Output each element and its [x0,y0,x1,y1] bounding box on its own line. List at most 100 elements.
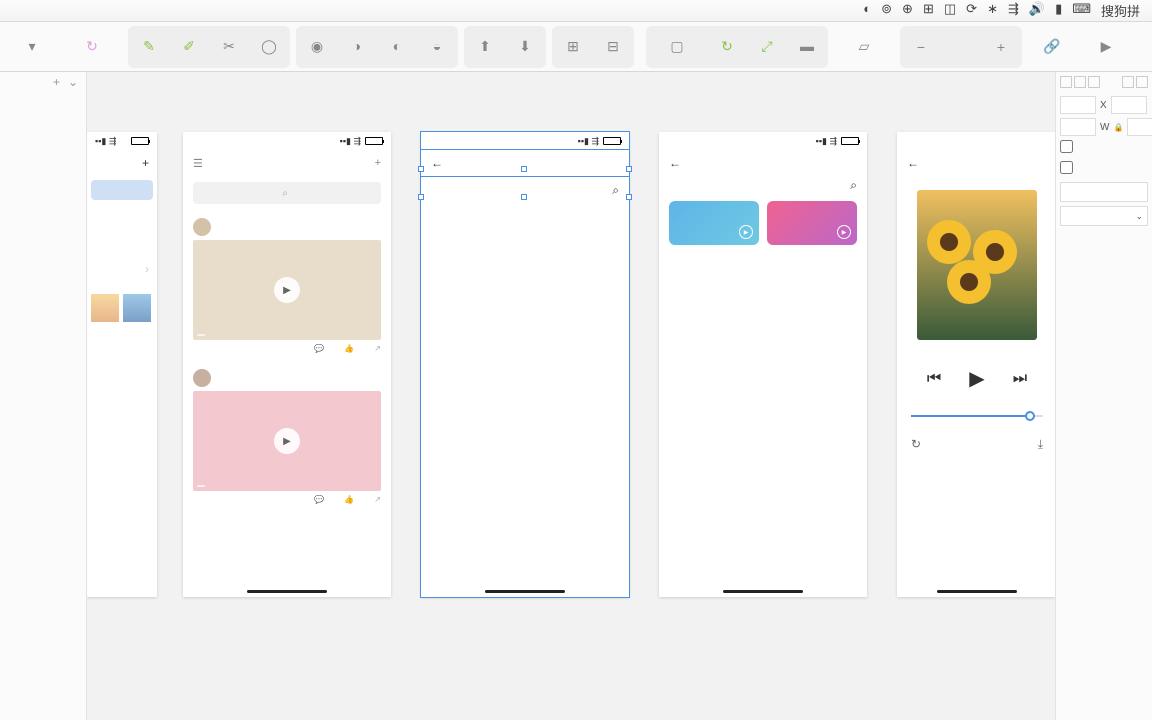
scissors-button[interactable]: ✂ [210,28,248,66]
progress-bar[interactable] [911,415,1043,417]
avatar[interactable] [193,369,211,387]
battery-icon: ▮ [1055,1,1062,20]
inspector-panel: X W🔒 ⌄ [1055,72,1152,720]
align-top-icon[interactable] [1122,76,1134,88]
volume-icon: 🔊 [1029,1,1045,20]
align-left-icon[interactable] [1060,76,1072,88]
difference-button[interactable]: ◒ [418,28,456,66]
artboard-friends[interactable]: ▪▪▮ ⇶ ☰ + ⌕ ▶ 💬👍↗ ▶ 💬👍↗ [183,132,391,597]
search-icon: ⌕ [282,188,288,199]
thumb[interactable] [123,294,151,322]
scale-button[interactable]: ⤢ [748,28,786,66]
play-icon[interactable]: ▶ [274,428,300,454]
intersect-button[interactable]: ◐ [378,28,416,66]
flatten-button[interactable]: ▬ [788,28,826,66]
home-indicator [247,590,327,593]
radio-card[interactable]: ▶ [767,201,857,245]
layer-style-select[interactable] [1060,182,1148,202]
cloud-button[interactable]: ☁ [1136,25,1152,69]
repeat-icon[interactable]: ↻ [911,437,921,452]
status-icon: ⊞ [923,1,934,20]
create-symbol-button[interactable]: ↻ [68,25,116,69]
w-input[interactable] [1060,118,1096,136]
align-center-icon[interactable] [1074,76,1086,88]
mac-menubar: ◐ ⊚ ⊕ ⊞ ◫ ⟳ ∗ ⇶ 🔊 ▮ ⌨ 搜狗拼 [0,0,1152,22]
opacity-select[interactable]: ⌄ [1060,206,1148,226]
search-input[interactable]: ⌕ [193,182,381,204]
add-icon[interactable]: + [142,156,149,170]
back-icon[interactable]: ← [907,156,919,170]
status-icon: ⊚ [881,1,892,20]
post-image[interactable]: ▶ [193,240,381,340]
artboard-player[interactable]: ← ⏮ ▶ ⏭ ↻ ⤓ [897,132,1055,597]
search-icon: 搜狗拼 [1101,1,1140,20]
lock-icon[interactable]: 🔒 [1113,123,1123,132]
artboard-radio[interactable]: ▪▪▮ ⇶ ← ⌕ ▶ ▶ [659,132,867,597]
x-input[interactable] [1060,96,1096,114]
add-icon[interactable]: + [375,157,381,169]
sketch-toolbar: ▾ ↻ ✎ ✐ ✂ ◯ ◉ ◑ ◐ ◒ ⬆ ⬇ ⊞ ⊟ ▢ ↻ ⤢ ▬ ▱ − … [0,22,1152,72]
battery-icon [365,137,383,145]
signal-icon: ▪▪▮ ⇶ [578,136,599,147]
align-right-icon[interactable] [1088,76,1100,88]
signal-icon: ▪▪▮ ⇶ [340,136,361,147]
link-button[interactable]: 🔗 [1028,25,1076,69]
avatar[interactable] [193,218,211,236]
prev-icon[interactable]: ⏮ [927,370,941,388]
next-icon[interactable]: ⏭ [1013,370,1027,388]
search-icon[interactable]: ⌕ [850,178,857,193]
input-icon: ⌨ [1072,1,1091,20]
download-icon[interactable]: ⤓ [1038,437,1043,452]
rotate-button[interactable]: ↻ [708,28,746,66]
round-button[interactable]: ▢ [648,28,706,66]
play-icon[interactable]: ▶ [837,225,851,239]
ungroup-button[interactable]: ⊟ [594,28,632,66]
zoom-out-button[interactable]: − [902,28,940,66]
preview-button[interactable]: ▶ [1082,25,1130,69]
artboard-friends-partial[interactable]: ▪▪▮ ⇶ + › [87,132,157,597]
page-menu-icon[interactable]: ⌄ [68,75,78,89]
group-button[interactable]: ⊞ [554,28,592,66]
home-indicator [485,590,565,593]
back-icon[interactable]: ← [431,156,443,170]
zoom-in-button[interactable]: + [982,28,1020,66]
status-icon: ⊕ [902,1,913,20]
vector-button[interactable]: ✐ [170,28,208,66]
play-icon[interactable]: ▶ [739,225,753,239]
fix-position-checkbox[interactable] [1060,161,1073,174]
main-area: + ⌄ ▪▪▮ ⇶ + › ▪▪▮ ⇶ ☰ [0,72,1152,720]
battery-icon [131,137,149,145]
mask-button[interactable]: ◯ [250,28,288,66]
backward-button[interactable]: ⬇ [506,28,544,66]
play-icon[interactable]: ▶ [969,366,984,391]
menu-icon[interactable]: ☰ [193,157,203,170]
subtract-button[interactable]: ◑ [338,28,376,66]
add-page-icon[interactable]: + [53,75,60,89]
select-group-checkbox[interactable] [1060,140,1073,153]
union-button[interactable]: ◉ [298,28,336,66]
search-icon[interactable]: ⌕ [612,183,619,198]
back-icon[interactable]: ← [669,156,681,170]
home-indicator [937,590,1017,593]
zoom-value[interactable] [942,28,980,66]
h-input[interactable] [1127,118,1152,136]
post-image[interactable]: ▶ [193,391,381,491]
forward-button[interactable]: ⬆ [466,28,504,66]
bluetooth-icon: ∗ [987,1,998,20]
status-icon: ◐ [863,1,871,20]
wifi-icon: ⇶ [1008,1,1019,20]
play-icon[interactable]: ▶ [274,277,300,303]
align-middle-icon[interactable] [1136,76,1148,88]
y-input[interactable] [1111,96,1147,114]
home-indicator [723,590,803,593]
insert-dropdown[interactable]: ▾ [8,25,56,69]
status-icon: ⟳ [966,1,977,20]
radio-card[interactable]: ▶ [669,201,759,245]
artboard-music-list[interactable]: ▪▪▮ ⇶ ← ⌕ [421,132,629,597]
signal-icon: ▪▪▮ ⇶ [95,136,116,147]
edit-button[interactable]: ✎ [130,28,168,66]
canvas[interactable]: ▪▪▮ ⇶ + › ▪▪▮ ⇶ ☰ + ⌕ ▶ [87,72,1055,720]
chevron-right-icon[interactable]: › [145,262,149,276]
thumb[interactable] [91,294,119,322]
transform-button[interactable]: ▱ [840,25,888,69]
